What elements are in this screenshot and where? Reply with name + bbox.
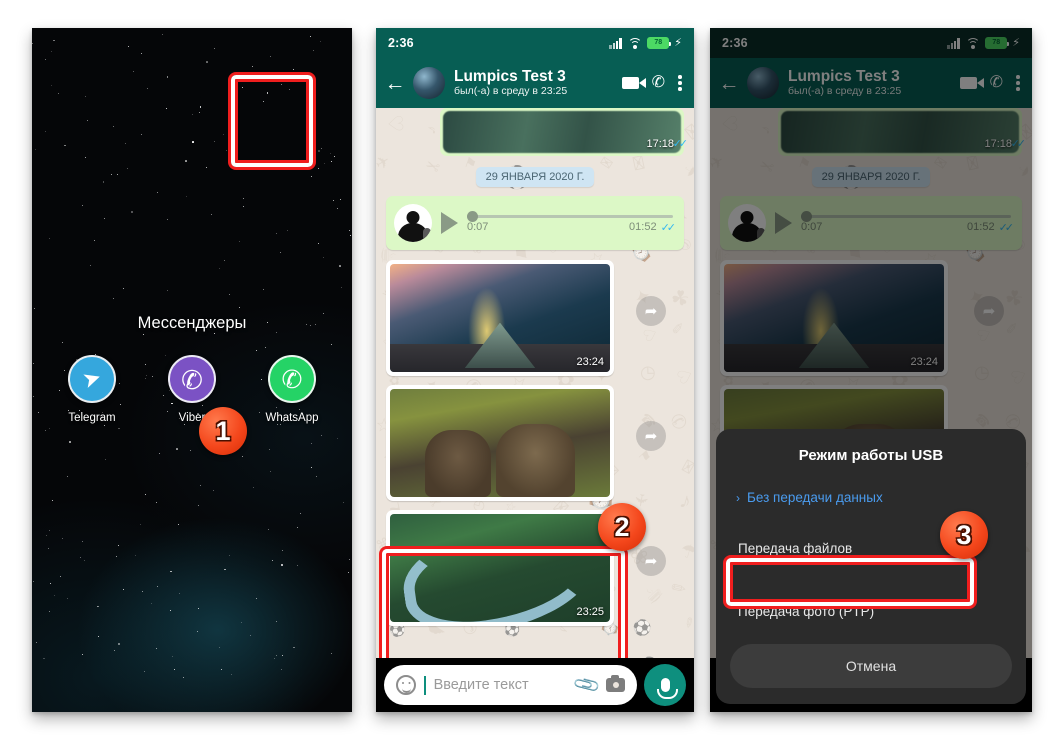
emoji-smiley-icon[interactable] [396,675,416,695]
step-badge-3: 3 [940,511,988,559]
dialog-title: Режим работы USB [798,447,944,464]
voice-duration-group: 01:52 ✓✓ [629,221,677,234]
contact-avatar[interactable] [413,67,445,99]
microphone-badge-icon [423,228,431,241]
chat-title: Lumpics Test 3 [454,68,566,85]
app-label: WhatsApp [265,412,319,424]
chat-message-list[interactable]: ♡♪✎⚑☆✆⚑✉✈✂⚑⚽♡✉✉☂◷◷✎✦✦☕☆✈☕❀❀⚑♡☆⌚✆✂✦✦☎⌘☎✦☘… [376,108,694,658]
voice-times: 0:07 01:52 ✓✓ [467,220,677,234]
status-bar-time: 2:36 [388,36,414,50]
video-call-icon[interactable] [621,77,646,89]
phone-panel-home-screen: 2:36 78 Мессенджеры Telegram Viber [32,28,352,712]
camera-icon[interactable] [606,675,625,692]
whatsapp-icon[interactable] [268,355,316,403]
date-divider-row: 29 ЯНВАРЯ 2020 Г. [386,167,684,187]
forward-arrow-icon[interactable]: ➦ [636,421,666,451]
app-folder: Мессенджеры Telegram Viber WhatsApp [32,314,352,424]
forward-arrow-icon[interactable]: ➦ [636,546,666,576]
usb-link-label: Без передачи данных [747,490,883,505]
status-bar-icons: 78 ⚡ [609,37,682,49]
overflow-menu-icon[interactable] [678,73,682,93]
lightning-bolt-icon: ⚡ [674,36,682,49]
app-telegram[interactable]: Telegram [53,355,131,424]
highlight-box-whatsapp [231,75,313,167]
phone-panel-whatsapp-chat: 2:36 78 ⚡ ← Lumpics Test 3 был(-а) в сре… [376,28,694,712]
photo-card[interactable] [386,385,614,501]
message-timestamp: 17:18 [646,138,674,150]
play-icon[interactable] [441,212,458,234]
phone-panel-usb-dialog: 2:36 78 ⚡ ← Lumpics Test 3 был(-а) в сре… [710,28,1032,712]
folder-title: Мессенджеры [137,314,247,332]
chat-header: ← Lumpics Test 3 был(-а) в среду в 23:25… [376,58,694,108]
paperclip-icon[interactable]: 📎 [572,670,602,700]
battery-icon: 78 [647,37,672,49]
signal-bars-icon [609,37,623,49]
usb-no-data-transfer-link[interactable]: › Без передачи данных [730,490,1012,505]
step-badge-2: 2 [598,503,646,551]
viber-icon[interactable] [168,355,216,403]
app-whatsapp[interactable]: WhatsApp [253,355,331,424]
chat-contact-info[interactable]: Lumpics Test 3 был(-а) в среду в 23:25 [452,68,615,98]
phone-call-icon[interactable]: ✆ [652,75,665,91]
chat-header-actions: ✆ [621,73,686,93]
voice-knob[interactable] [467,210,478,222]
back-arrow-icon[interactable]: ← [384,73,406,94]
message-input-field[interactable]: Введите текст 📎 [384,665,637,705]
text-caret [424,675,426,695]
message-input-placeholder: Введите текст [433,677,529,693]
wifi-icon [628,37,643,49]
cancel-button[interactable]: Отмена [730,644,1012,688]
voice-duration: 01:52 [629,221,657,233]
voice-elapsed: 0:07 [467,220,489,233]
read-receipt-icon: ✓✓ [660,221,677,234]
photo-card[interactable]: 23:24 [386,260,614,376]
voice-avatar [394,204,432,242]
highlight-box-selected-photo [382,549,625,658]
app-grid: Telegram Viber WhatsApp [53,355,331,424]
message-photo-bears[interactable]: ➦ [386,385,684,501]
step-badge-1: 1 [199,407,247,455]
message-photo-volcano[interactable]: 23:24 ➦ [386,260,684,376]
home-wallpaper: Мессенджеры Telegram Viber WhatsApp [32,28,352,712]
telegram-icon[interactable] [68,355,116,403]
forward-arrow-icon[interactable]: ➦ [636,296,666,326]
voice-progress[interactable]: 0:07 01:52 ✓✓ [467,210,677,234]
microphone-icon[interactable] [644,664,686,706]
photo-thumbnail: 23:24 [390,264,610,372]
message-timestamp: 23:24 [576,356,604,368]
app-label: Telegram [68,412,116,424]
photo-thumbnail [390,389,610,497]
screenshot-stage: 2:36 78 Мессенджеры Telegram Viber [0,0,1064,740]
chat-subtitle: был(-а) в среду в 23:25 [454,85,568,97]
chevron-right-icon: › [736,490,740,505]
message-timestamp: 23:25 [576,606,604,618]
message-video-partial[interactable]: 17:18 ✓✓ [440,108,689,156]
message-voice-note[interactable]: 0:07 01:52 ✓✓ [386,196,684,250]
voice-track[interactable] [467,210,673,222]
date-divider: 29 ЯНВАРЯ 2020 Г. [475,167,595,187]
status-bar: 2:36 78 ⚡ [376,28,694,58]
chat-input-bar: Введите текст 📎 [376,658,694,712]
highlight-box-file-transfer [726,558,974,606]
read-receipt-icon: ✓✓ [672,138,689,150]
